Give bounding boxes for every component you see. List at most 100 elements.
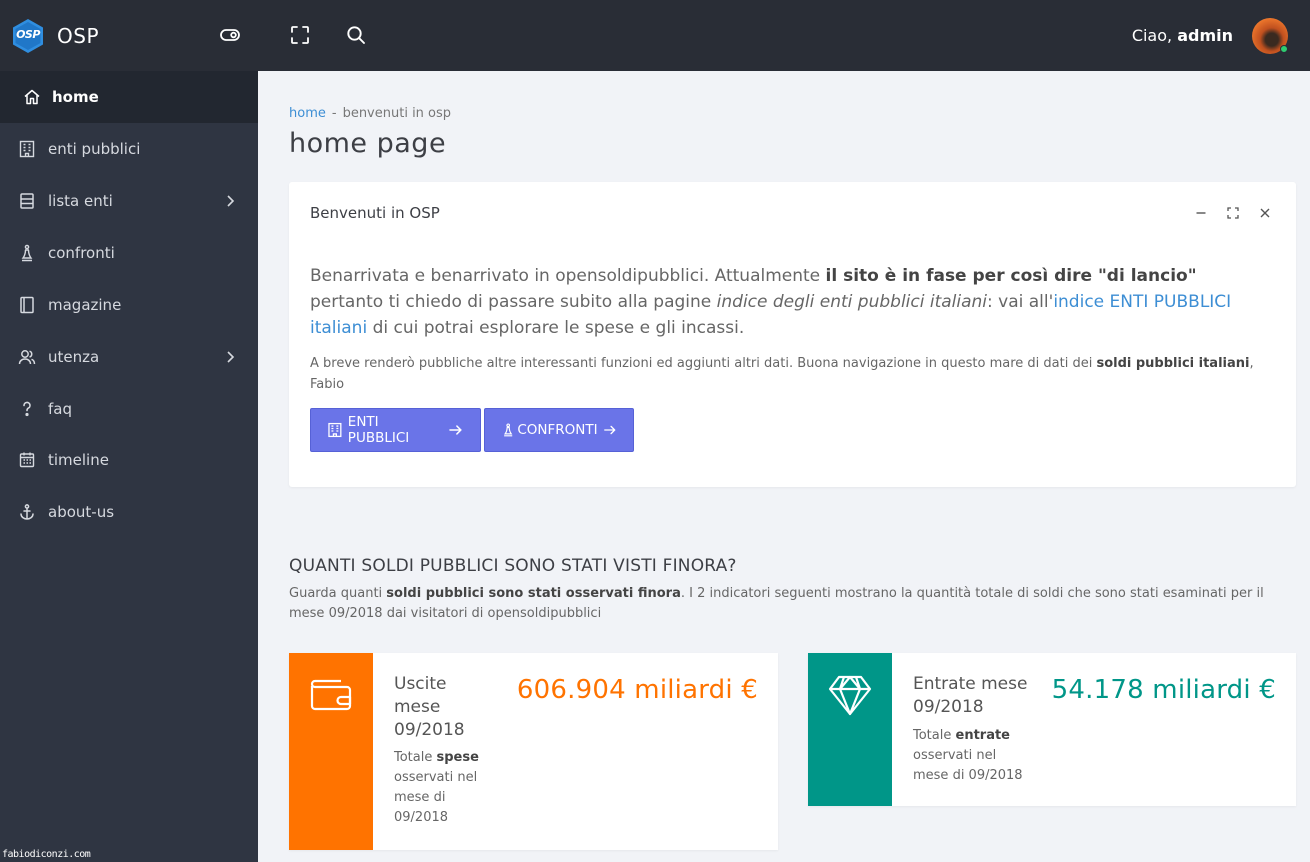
desc-text: 09/2018 (394, 810, 449, 825)
sidebar-item-label: utenza (48, 348, 100, 366)
lead-text: Benarrivata e benarrivato in opensoldipu… (310, 266, 826, 286)
anchor-icon (20, 504, 34, 520)
arrow-right-icon (603, 425, 616, 435)
stat-icon-panel (808, 653, 892, 806)
building-icon (19, 140, 35, 158)
chess-icon (21, 244, 33, 262)
sidebar-item-lista-enti[interactable]: lista enti (0, 175, 258, 227)
welcome-card: Benvenuti in OSP Benarrivata e benarriva… (289, 182, 1296, 487)
wallet-icon (310, 679, 352, 711)
arrow-right-icon (449, 425, 463, 435)
enti-pubblici-button[interactable]: ENTI PUBBLICI (310, 408, 481, 452)
button-label: ENTI PUBBLICI (347, 414, 410, 446)
minimize-icon[interactable] (1194, 206, 1208, 220)
sidebar-item-timeline[interactable]: timeline (0, 434, 258, 486)
page-title: home page (289, 128, 447, 159)
stat-description: Totale entrate osservati nel mese di 09/… (913, 726, 1023, 786)
confronti-button[interactable]: CONFRONTI (484, 408, 634, 452)
sidebar-item-label: faq (48, 400, 72, 418)
user-greeting: Ciao, admin (1132, 26, 1233, 45)
breadcrumb-current: benvenuti in osp (342, 106, 452, 121)
card-tools (1194, 206, 1272, 220)
desc-text: Totale (394, 750, 437, 765)
watermark: fabiodiconzi.com (2, 849, 91, 860)
top-bar: OSP OSP Ciao, admin (0, 0, 1310, 71)
sidebar-item-label: lista enti (48, 192, 113, 210)
user-name[interactable]: admin (1177, 26, 1233, 45)
sidebar-item-label: about-us (48, 503, 115, 521)
lead-italic-text: indice degli enti pubblici italiani (716, 292, 988, 312)
expand-icon[interactable] (1226, 206, 1240, 220)
desc-bold-text: spese (436, 750, 479, 765)
desc-text: mese di 09/2018 (913, 768, 1023, 783)
sidebar-item-magazine[interactable]: magazine (0, 279, 258, 331)
question-icon (23, 401, 31, 417)
stats-section-description: Guarda quanti soldi pubblici sono stati … (289, 584, 1289, 624)
building-icon (328, 422, 342, 438)
desc-bold-text: entrate (955, 728, 1011, 743)
lead-text: pertanto ti chiedo di passare subito all… (310, 292, 717, 312)
stat-title-line: Uscite (394, 674, 447, 694)
sidebar-item-home[interactable]: home (0, 71, 258, 123)
desc-text: mese di (394, 790, 446, 805)
sidebar-item-label: confronti (48, 244, 115, 262)
book-icon (20, 296, 34, 314)
diamond-icon (828, 675, 872, 716)
sidebar-item-label: enti pubblici (48, 140, 141, 158)
stat-title: Uscite mese 09/2018 (394, 673, 465, 742)
desc-bold-text: soldi pubblici sono stati osservati fino… (386, 586, 681, 601)
breadcrumb: home - benvenuti in osp (289, 106, 451, 121)
entrate-stat-card: Entrate mese 09/2018 Totale entrate osse… (808, 653, 1296, 806)
sidebar-item-confronti[interactable]: confronti (0, 227, 258, 279)
note-bold-text: soldi pubblici italiani (1096, 356, 1250, 371)
sidebar-item-label: timeline (48, 451, 109, 469)
button-label: CONFRONTI (517, 422, 598, 438)
breadcrumb-home-link[interactable]: home (289, 106, 326, 121)
greeting-text: Ciao, (1131, 26, 1173, 45)
calendar-icon (19, 452, 35, 468)
stats-section-title: QUANTI SOLDI PUBBLICI SONO STATI VISTI F… (289, 556, 737, 576)
desc-text: Totale (913, 728, 956, 743)
logo-text: OSP (16, 28, 40, 41)
list-icon (20, 193, 34, 209)
home-icon (24, 89, 40, 105)
desc-text: osservati nel (913, 748, 997, 763)
chevron-right-icon (227, 195, 235, 207)
fullscreen-icon[interactable] (289, 24, 311, 46)
stat-title-line: mese (394, 697, 441, 717)
sidebar-item-label: home (52, 88, 99, 106)
lead-text: : vai all' (987, 292, 1054, 312)
card-title: Benvenuti in OSP (310, 204, 440, 222)
lead-bold-text: il sito è in fase per così dire "di lanc… (825, 266, 1197, 286)
sidebar-item-label: magazine (48, 296, 122, 314)
stat-title-line: 09/2018 (394, 720, 465, 740)
stat-value: 54.178 miliardi € (1051, 675, 1276, 705)
sidebar-item-enti-pubblici[interactable]: enti pubblici (0, 123, 258, 175)
close-icon[interactable] (1258, 206, 1272, 220)
sidebar-item-utenza[interactable]: utenza (0, 331, 258, 383)
users-icon (18, 350, 36, 365)
app-name: OSP (57, 24, 99, 48)
sidebar-item-about-us[interactable]: about-us (0, 486, 258, 538)
stat-description: Totale spese osservati nel mese di 09/20… (394, 748, 479, 828)
stat-title-line: 09/2018 (913, 697, 984, 717)
note-text: A breve renderò pubbliche altre interess… (310, 356, 1097, 371)
chess-icon (504, 423, 513, 437)
search-icon[interactable] (345, 24, 367, 46)
welcome-note: A breve renderò pubbliche altre interess… (310, 353, 1270, 395)
sidebar-item-faq[interactable]: faq (0, 383, 258, 435)
lead-text: di cui potrai esplorare le spese e gli i… (367, 318, 745, 338)
sidebar: home enti pubblici lista enti confronti … (0, 71, 258, 862)
desc-text: osservati nel (394, 770, 478, 785)
stat-icon-panel (289, 653, 373, 850)
toggle-icon[interactable] (219, 24, 241, 46)
stat-value: 606.904 miliardi € (516, 675, 758, 705)
desc-text: Guarda quanti (289, 586, 387, 601)
stat-title: Entrate mese 09/2018 (913, 673, 1027, 719)
stat-title-line: Entrate mese (913, 674, 1028, 694)
chevron-right-icon (227, 351, 235, 363)
brand[interactable]: OSP OSP (10, 18, 99, 54)
online-status-indicator (1280, 45, 1288, 53)
uscite-stat-card: Uscite mese 09/2018 Totale spese osserva… (289, 653, 778, 850)
breadcrumb-separator: - (331, 106, 337, 121)
